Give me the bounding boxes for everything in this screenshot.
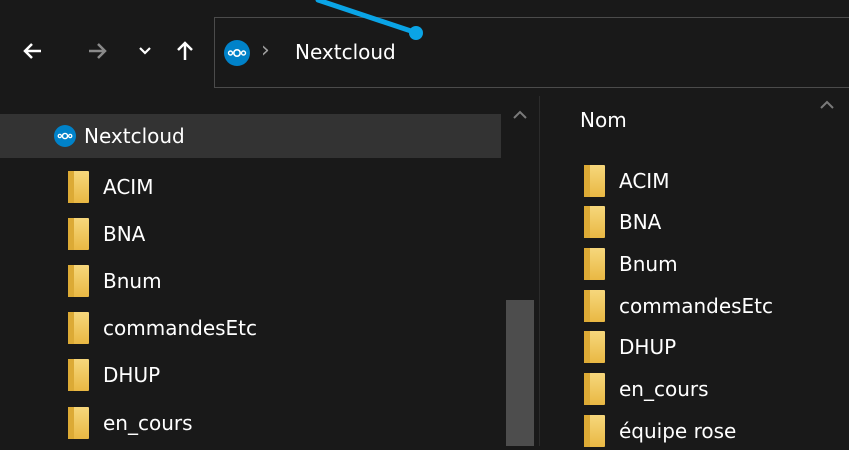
nav-item-label: BNA bbox=[103, 222, 146, 246]
file-item-label: Bnum bbox=[619, 252, 678, 276]
nav-item-label: Bnum bbox=[103, 269, 162, 293]
folder-icon bbox=[584, 373, 605, 405]
recent-locations-button[interactable] bbox=[133, 34, 157, 68]
nextcloud-icon bbox=[224, 40, 250, 66]
nav-pane-scrollbar-thumb[interactable] bbox=[506, 300, 534, 446]
folder-icon bbox=[584, 206, 605, 238]
nav-item-commandesetc[interactable]: commandesEtc bbox=[68, 306, 257, 350]
folder-icon bbox=[584, 165, 605, 197]
folder-icon bbox=[68, 407, 89, 439]
nav-item-label: DHUP bbox=[103, 363, 161, 387]
file-item-label: ACIM bbox=[619, 169, 670, 193]
file-item-acim[interactable]: ACIM bbox=[584, 162, 669, 200]
scroll-up-arrow-icon[interactable] bbox=[511, 108, 529, 122]
file-item-label: commandesEtc bbox=[619, 294, 774, 318]
nav-item-label: commandesEtc bbox=[103, 316, 258, 340]
nav-item-label: ACIM bbox=[103, 175, 154, 199]
nav-item-en-cours[interactable]: en_cours bbox=[68, 401, 193, 445]
folder-icon bbox=[68, 359, 89, 391]
file-item-equipe-rose[interactable]: équipe rose bbox=[584, 412, 736, 450]
nav-item-dhup[interactable]: DHUP bbox=[68, 353, 160, 397]
nav-item-label: en_cours bbox=[103, 411, 193, 435]
column-header-name[interactable]: Nom bbox=[580, 108, 627, 132]
file-item-commandesetc[interactable]: commandesEtc bbox=[584, 287, 773, 325]
file-item-bnum[interactable]: Bnum bbox=[584, 245, 678, 283]
folder-icon bbox=[584, 248, 605, 280]
folder-icon bbox=[584, 331, 605, 363]
folder-icon bbox=[68, 218, 89, 250]
arrow-left-icon bbox=[23, 43, 41, 59]
file-item-label: DHUP bbox=[619, 335, 677, 359]
back-button[interactable] bbox=[16, 34, 50, 68]
file-item-label: équipe rose bbox=[619, 419, 737, 443]
arrow-up-icon bbox=[177, 41, 193, 60]
nav-item-bnum[interactable]: Bnum bbox=[68, 259, 162, 303]
nav-item-acim[interactable]: ACIM bbox=[68, 165, 153, 209]
file-item-dhup[interactable]: DHUP bbox=[584, 328, 676, 366]
file-item-en-cours[interactable]: en_cours bbox=[584, 370, 709, 408]
breadcrumb-nextcloud[interactable]: Nextcloud bbox=[295, 40, 396, 64]
arrow-right-icon bbox=[89, 43, 107, 59]
navigation-toolbar: › Nextcloud bbox=[0, 0, 849, 96]
navigation-pane: Nextcloud ACIM BNA Bnum commandesEtc DHU… bbox=[0, 96, 539, 446]
folder-icon bbox=[584, 415, 605, 447]
file-item-label: BNA bbox=[619, 210, 662, 234]
nav-item-nextcloud[interactable]: Nextcloud bbox=[0, 114, 501, 158]
forward-button[interactable] bbox=[80, 34, 114, 68]
folder-icon bbox=[68, 265, 89, 297]
nav-item-label: Nextcloud bbox=[84, 124, 185, 148]
file-item-bna[interactable]: BNA bbox=[584, 203, 661, 241]
breadcrumb-separator: › bbox=[261, 38, 270, 63]
folder-icon bbox=[68, 171, 89, 203]
address-bar[interactable]: › Nextcloud bbox=[214, 17, 849, 88]
nav-item-bna[interactable]: BNA bbox=[68, 212, 145, 256]
chevron-down-icon bbox=[139, 47, 151, 55]
content-pane: Nom ACIM BNA Bnum commandesEtc DHUP en_c… bbox=[540, 96, 849, 447]
file-item-label: en_cours bbox=[619, 377, 709, 401]
nextcloud-icon bbox=[54, 125, 76, 147]
scroll-up-arrow-icon[interactable] bbox=[818, 98, 836, 112]
folder-icon bbox=[584, 290, 605, 322]
folder-icon bbox=[68, 312, 89, 344]
up-button[interactable] bbox=[168, 34, 202, 68]
